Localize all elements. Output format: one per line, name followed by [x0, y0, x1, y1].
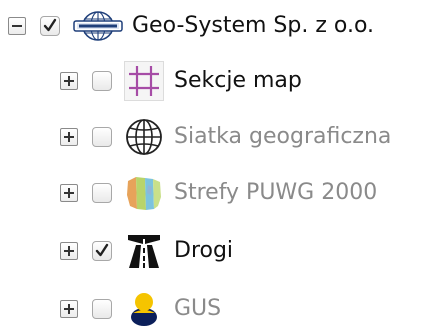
layer-label[interactable]: Sekcje map — [174, 70, 302, 92]
expand-toggle[interactable] — [60, 242, 78, 260]
expand-toggle[interactable] — [60, 72, 78, 90]
layer-checkbox[interactable] — [92, 127, 112, 147]
layer-label[interactable]: Siatka geograficzna — [174, 126, 391, 148]
layer-row-siatka-geograficzna[interactable]: Siatka geograficzna — [60, 116, 391, 158]
layer-checkbox[interactable] — [92, 299, 112, 319]
layer-checkbox[interactable] — [92, 241, 112, 261]
globe-logo-icon — [72, 6, 124, 46]
zones-map-icon — [124, 173, 164, 213]
expand-toggle[interactable] — [60, 184, 78, 202]
layer-checkbox[interactable] — [92, 183, 112, 203]
expand-toggle[interactable] — [60, 300, 78, 318]
root-checkbox[interactable] — [40, 16, 60, 36]
checkmark-icon — [43, 18, 57, 32]
highway-icon — [124, 231, 164, 271]
layer-label[interactable]: Drogi — [174, 240, 233, 262]
checkmark-icon — [95, 243, 109, 257]
layer-row-sekcje-map[interactable]: Sekcje map — [60, 60, 302, 102]
layer-checkbox[interactable] — [92, 71, 112, 91]
layer-row-gus[interactable]: GUS — [60, 288, 221, 330]
collapse-toggle[interactable] — [8, 17, 26, 35]
gus-logo-icon — [124, 289, 164, 329]
tree-root-row[interactable]: Geo-System Sp. z o.o. — [8, 5, 374, 47]
globe-grid-icon — [124, 117, 164, 157]
grid-frame-icon — [124, 61, 164, 101]
layer-row-drogi[interactable]: Drogi — [60, 230, 233, 272]
layer-row-strefy-puwg-2000[interactable]: Strefy PUWG 2000 — [60, 172, 377, 214]
expand-toggle[interactable] — [60, 128, 78, 146]
layer-label[interactable]: Strefy PUWG 2000 — [174, 182, 377, 204]
root-label[interactable]: Geo-System Sp. z o.o. — [132, 15, 374, 37]
layer-label[interactable]: GUS — [174, 298, 221, 320]
